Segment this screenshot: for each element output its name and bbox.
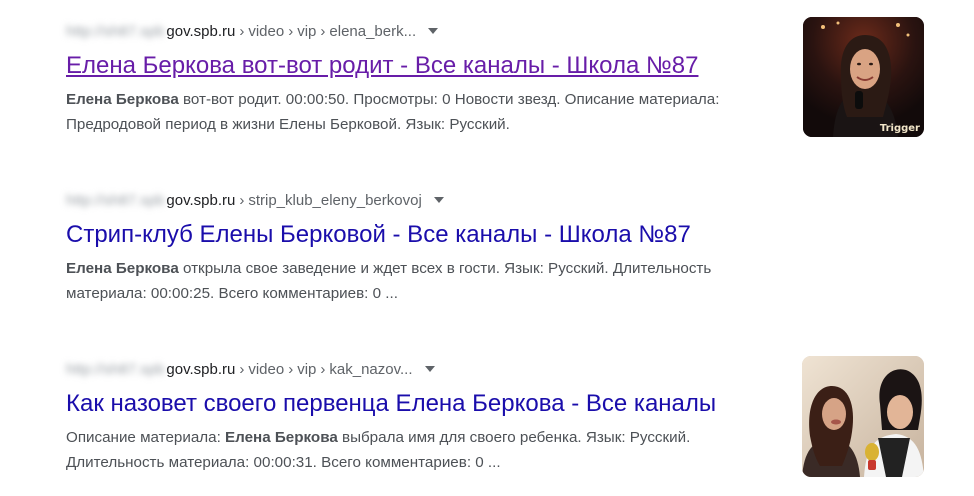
woman-portrait-thumbnail-image — [803, 17, 924, 137]
result-thumbnail[interactable] — [802, 356, 924, 477]
snippet-highlight: Елена Беркова — [66, 91, 179, 108]
result-menu-arrow-icon[interactable] — [428, 28, 439, 34]
url-host: gov.spb.ru — [166, 22, 236, 40]
snippet-highlight: Елена Беркова — [66, 260, 179, 277]
breadcrumb-separator: › — [288, 360, 294, 378]
breadcrumb-separator: › — [288, 22, 294, 40]
result-title-link[interactable]: Стрип-клуб Елены Берковой - Все каналы -… — [66, 220, 786, 250]
result-title-link[interactable]: Как назовет своего первенца Елена Берков… — [66, 389, 786, 419]
blurred-url-prefix: http://sh87.spb — [66, 360, 165, 378]
result-menu-arrow-icon[interactable] — [433, 197, 444, 203]
result-url-breadcrumb[interactable]: http://sh87.spb gov.spb.ru › video › vip… — [66, 20, 786, 42]
url-crumb: video — [248, 360, 285, 378]
result-url-breadcrumb[interactable]: http://sh87.spb gov.spb.ru › video › vip… — [66, 358, 786, 380]
result-thumbnail[interactable]: Trigger — [803, 17, 924, 137]
url-crumb: video — [248, 22, 285, 40]
result-snippet: Елена Беркова открыла свое заведение и ж… — [66, 256, 786, 306]
breadcrumb-separator: › — [239, 22, 245, 40]
search-result: http://sh87.spb gov.spb.ru › video › vip… — [66, 358, 786, 475]
result-menu-arrow-icon[interactable] — [424, 366, 435, 372]
url-host: gov.spb.ru — [166, 360, 236, 378]
breadcrumb-separator: › — [239, 191, 245, 209]
breadcrumb-separator: › — [320, 360, 326, 378]
breadcrumb-separator: › — [320, 22, 326, 40]
result-title-link[interactable]: Елена Беркова вот-вот родит - Все каналы… — [66, 51, 786, 81]
search-result: http://sh87.spb gov.spb.ru › video › vip… — [66, 20, 786, 137]
blurred-url-prefix: http://sh87.spb — [66, 191, 165, 209]
search-result: http://sh87.spb gov.spb.ru › strip_klub_… — [66, 189, 786, 306]
url-host: gov.spb.ru — [166, 191, 236, 209]
breadcrumb-separator: › — [239, 360, 245, 378]
interview-thumbnail-image — [802, 356, 924, 477]
snippet-highlight: Елена Беркова — [225, 429, 338, 446]
blurred-url-prefix: http://sh87.spb — [66, 22, 165, 40]
url-crumb: vip — [297, 22, 317, 40]
snippet-prefix: Описание материала: — [66, 429, 226, 446]
url-crumb: kak_nazov... — [329, 360, 413, 378]
thumbnail-watermark: Trigger — [879, 123, 920, 134]
url-crumb: strip_klub_eleny_berkovoj — [248, 191, 422, 209]
search-results-page: http://sh87.spb gov.spb.ru › video › vip… — [0, 0, 974, 496]
result-url-breadcrumb[interactable]: http://sh87.spb gov.spb.ru › strip_klub_… — [66, 189, 786, 211]
result-snippet: Елена Беркова вот-вот родит. 00:00:50. П… — [66, 87, 786, 137]
result-snippet: Описание материала: Елена Беркова выбрал… — [66, 425, 786, 475]
url-crumb: elena_berk... — [329, 22, 417, 40]
url-crumb: vip — [297, 360, 317, 378]
